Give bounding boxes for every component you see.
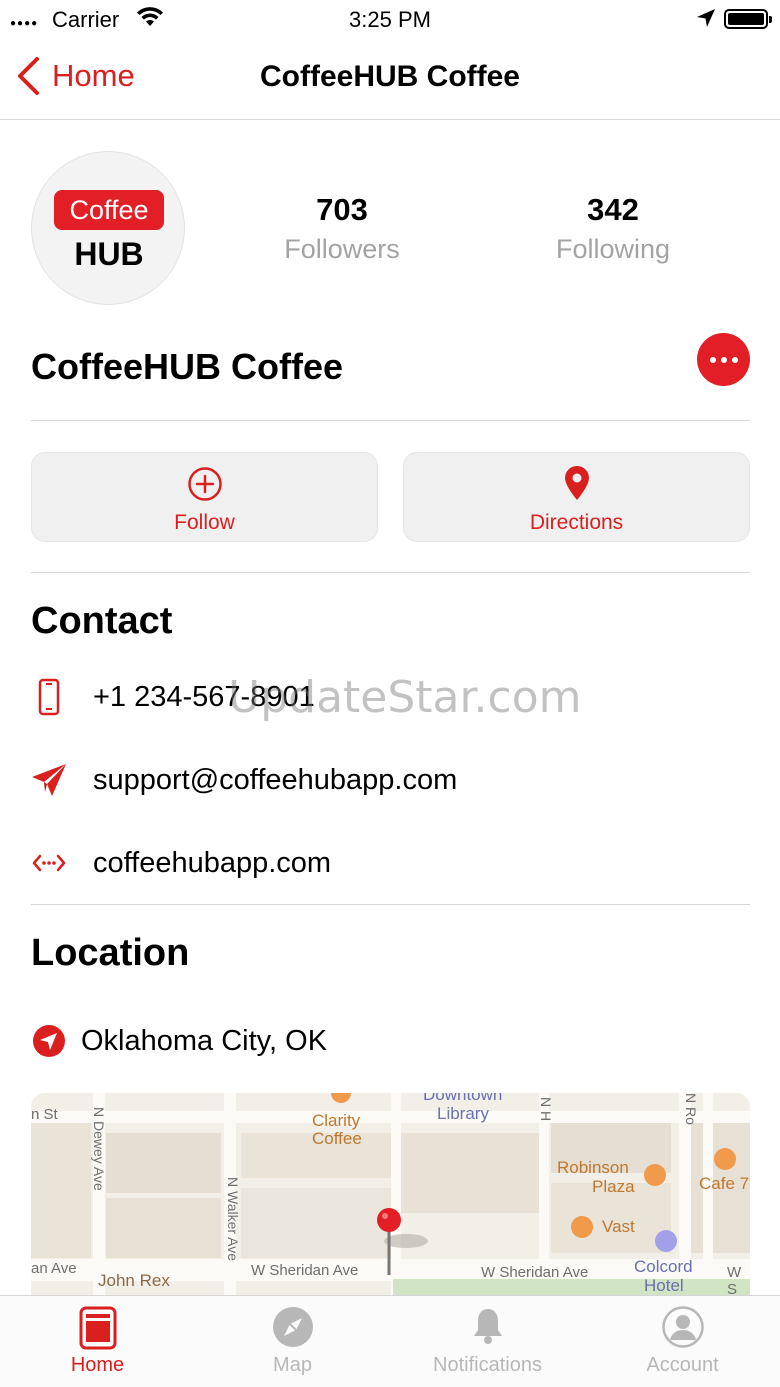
tab-notifications-label: Notifications [433, 1354, 542, 1376]
map-label-street: n St [31, 1106, 58, 1123]
map-label-street: an Ave [31, 1260, 77, 1277]
city-value: Oklahoma City, OK [81, 1024, 328, 1057]
map-label-poi: Library [437, 1104, 489, 1123]
divider [31, 420, 750, 421]
map-label-street: N Walker Ave [225, 1177, 241, 1262]
location-services-icon [696, 8, 716, 34]
phone-row[interactable]: +1 234-567-8901 [31, 672, 315, 722]
website-value: coffeehubapp.com [93, 846, 332, 879]
follow-label: Follow [174, 511, 235, 534]
map-label-street: W S [727, 1264, 742, 1298]
status-bar: ●●●● Carrier 3:25 PM [0, 0, 780, 40]
location-map[interactable]: n St N Dewey Ave N Walker Ave Clarity Co… [31, 1093, 750, 1308]
ellipsis-dot [731, 356, 738, 363]
email-value: support@coffeehubapp.com [93, 763, 458, 796]
plus-circle-icon [187, 467, 222, 501]
map-label-poi: Coffee [312, 1129, 362, 1148]
tab-account[interactable]: Account [585, 1296, 780, 1387]
city-row[interactable]: Oklahoma City, OK [31, 1016, 327, 1066]
nav-title: CoffeeHUB Coffee [259, 60, 520, 93]
map-pin-icon [564, 466, 589, 500]
phone-value: +1 234-567-8901 [93, 680, 315, 713]
following-count: 342 [587, 192, 639, 227]
map-label-poi: Clarity [312, 1111, 361, 1130]
map-label-poi: Colcord [634, 1257, 693, 1276]
map-label-poi: Plaza [592, 1177, 635, 1196]
profile-name: CoffeeHUB Coffee [31, 346, 344, 387]
map-label-street: N Ro [683, 1093, 699, 1125]
contact-section-title: Contact [31, 600, 173, 642]
followers-label: Followers [284, 234, 400, 264]
logo-text: HUB [74, 236, 144, 272]
following-stat[interactable]: 342 Following [503, 192, 723, 265]
tab-map[interactable]: Map [195, 1296, 390, 1387]
map-label-poi: Cafe 7 [699, 1174, 750, 1193]
paper-plane-icon [32, 764, 66, 796]
logo-badge: Coffee [54, 190, 164, 230]
email-row[interactable]: support@coffeehubapp.com [31, 755, 457, 805]
ellipsis-icon [709, 356, 716, 363]
battery-icon [724, 9, 772, 29]
map-label-street: W Sheridan Ave [251, 1262, 359, 1279]
ellipsis-dot [720, 356, 727, 363]
avatar: Coffee HUB [31, 151, 185, 305]
clock: 3:25 PM [349, 7, 431, 32]
more-options-button[interactable] [697, 333, 750, 386]
phone-icon [38, 678, 60, 716]
navigation-bar: Home CoffeeHUB Coffee [0, 40, 780, 120]
followers-stat[interactable]: 703 Followers [232, 192, 452, 265]
map-label-poi: John Rex [98, 1271, 170, 1290]
tab-home-label: Home [70, 1354, 125, 1376]
directions-button[interactable]: Directions [403, 452, 750, 542]
tab-bar: Home Map Notifications Account [0, 1295, 780, 1387]
tab-account-label: Account [646, 1354, 719, 1376]
location-arrow-icon [33, 1025, 65, 1057]
followers-count: 703 [316, 192, 368, 227]
tab-home[interactable]: Home [0, 1296, 195, 1387]
divider [31, 904, 750, 905]
bell-icon [473, 1309, 502, 1344]
map-label-poi: Robinson [557, 1158, 629, 1177]
home-tab-icon [79, 1306, 116, 1350]
following-label: Following [555, 234, 671, 264]
compass-icon [272, 1307, 313, 1347]
map-label-poi: Vast [602, 1217, 635, 1236]
follow-button[interactable]: Follow [31, 452, 378, 542]
code-link-icon [32, 854, 66, 872]
divider [31, 572, 750, 573]
user-icon [661, 1306, 704, 1348]
website-row[interactable]: coffeehubapp.com [31, 838, 331, 888]
tab-notifications[interactable]: Notifications [390, 1296, 585, 1387]
location-section-title: Location [31, 932, 190, 974]
map-label-street: N Dewey Ave [91, 1107, 107, 1191]
directions-label: Directions [529, 511, 624, 534]
map-label-poi: Hotel [644, 1276, 684, 1295]
map-label-street: W Sheridan Ave [481, 1264, 589, 1281]
map-label-street: N H [538, 1097, 554, 1122]
tab-map-label: Map [273, 1354, 312, 1376]
